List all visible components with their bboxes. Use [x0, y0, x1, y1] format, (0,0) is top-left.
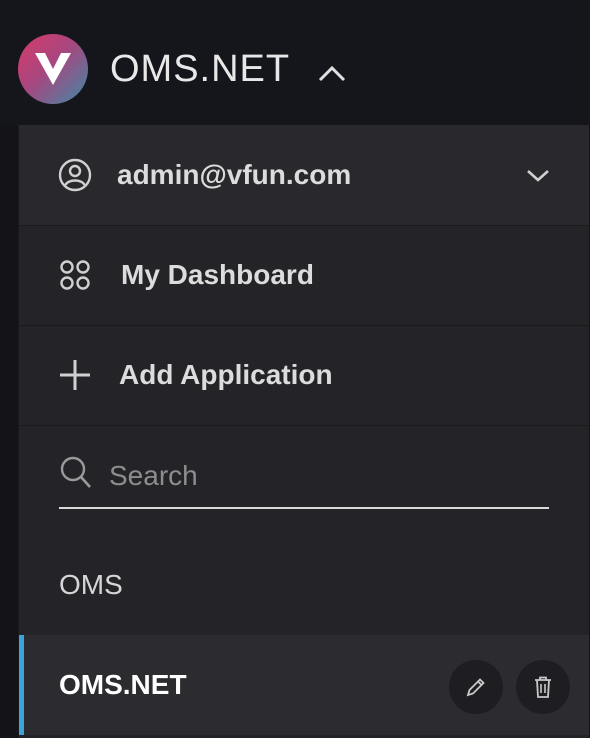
application-name: OMS	[59, 569, 123, 600]
search-input[interactable]	[107, 453, 541, 499]
user-email: admin@vfun.com	[117, 159, 352, 190]
pencil-icon	[466, 678, 485, 697]
add-application-menu-item[interactable]: Add Application	[19, 325, 589, 426]
application-name: OMS.NET	[59, 669, 187, 700]
user-account-row[interactable]: admin@vfun.com	[19, 125, 589, 226]
app-switcher-title[interactable]: OMS.NET	[110, 48, 290, 91]
trash-icon	[535, 676, 551, 698]
user-circle-icon	[58, 158, 92, 192]
application-item-oms[interactable]: OMS	[19, 535, 589, 635]
application-item-oms-net[interactable]: OMS.NET	[19, 635, 589, 735]
my-dashboard-label: My Dashboard	[121, 259, 314, 290]
delete-button[interactable]	[516, 660, 570, 714]
selected-indicator	[19, 635, 24, 735]
search-field	[59, 447, 549, 509]
chevron-up-icon[interactable]	[316, 60, 348, 86]
chevron-down-icon[interactable]	[525, 165, 551, 185]
my-dashboard-menu-item[interactable]: My Dashboard	[19, 225, 589, 326]
edit-button[interactable]	[449, 660, 503, 714]
plus-icon	[60, 360, 90, 390]
top-bar: OMS.NET	[0, 0, 590, 125]
app-switcher-dropdown: admin@vfun.com My Dashboard Add Applicat…	[18, 125, 589, 738]
v-logo-icon[interactable]	[18, 34, 88, 104]
search-icon	[60, 456, 91, 488]
add-application-label: Add Application	[119, 359, 333, 390]
grid-icon	[60, 260, 90, 290]
